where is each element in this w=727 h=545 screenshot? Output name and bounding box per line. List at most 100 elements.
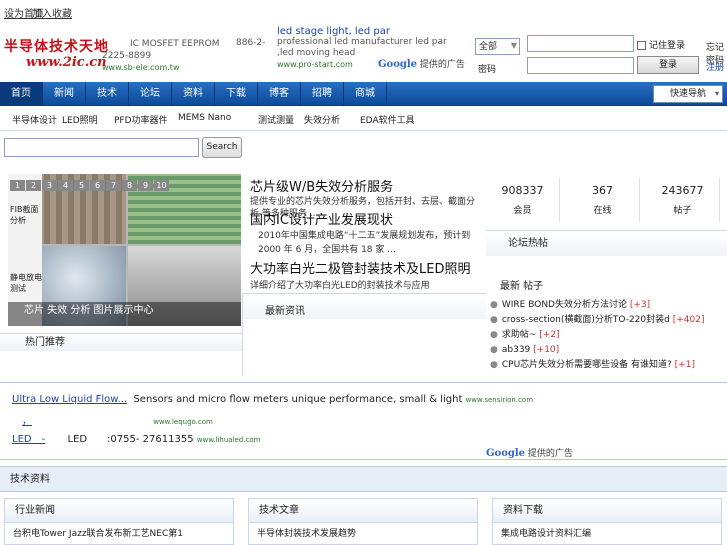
text-ad-2[interactable]: ， www.lequgo.com	[22, 412, 213, 427]
left-panel-title: 热门推荐	[0, 333, 242, 351]
sub-nav: 半导体设计 LED照明 PFD功率器件 MEMS Nano 测试测量 失效分析 EDA软件工…	[0, 107, 727, 131]
headline-3-desc: 详细介绍了大功率白光LED的封装技术与应用	[250, 281, 430, 291]
ad2-text1: professional led manufacturer led par	[277, 37, 447, 47]
text-ad-2-title[interactable]: ，	[22, 416, 32, 427]
search-type-select[interactable]: 全部 ▼	[475, 38, 520, 55]
stat-value: 243677	[661, 184, 704, 197]
forum-item-count: [+10]	[533, 345, 560, 355]
forum-item[interactable]: ● CPU芯片失效分析需要哪些设备 有谁知道? [+1]	[490, 358, 727, 373]
google-ads-label[interactable]: Google 提供的广告	[378, 57, 465, 70]
subnav-item-3[interactable]: MEMS Nano	[178, 113, 231, 123]
slide-side-top: FIB截面分析	[10, 205, 39, 225]
column-downloads-item[interactable]: 集成电路设计资料汇编	[493, 523, 721, 539]
nav-item-1[interactable]: 新闻	[43, 82, 86, 106]
login-button[interactable]: 登录	[637, 56, 699, 74]
right-panel-subtitle[interactable]: 最新 帖子	[500, 277, 543, 292]
forum-item[interactable]: ● ab339 [+10]	[490, 343, 727, 358]
slide-number-2[interactable]: 2	[26, 180, 41, 191]
slide-number-3[interactable]: 3	[42, 180, 57, 191]
forum-item[interactable]: ● 求助帖~ [+2]	[490, 328, 727, 343]
stat-2: 243677 帖子	[646, 178, 720, 222]
nav-item-8[interactable]: 商城	[344, 82, 387, 106]
slide-number-4[interactable]: 4	[58, 180, 73, 191]
quick-nav-value: 快速导航	[670, 89, 707, 99]
chevron-down-icon: ▼	[510, 41, 517, 50]
subnav-item-0[interactable]: 半导体设计	[12, 113, 57, 126]
nav-item-5[interactable]: 下载	[215, 82, 258, 106]
google-ads-label-2[interactable]: Google 提供的广告	[486, 446, 573, 459]
ad2-title[interactable]: led stage light, led par	[277, 26, 452, 37]
subnav-item-5[interactable]: 失效分析	[304, 113, 340, 126]
subnav-item-6[interactable]: EDA软件工具	[360, 113, 415, 126]
stat-value: 367	[592, 184, 613, 197]
forum-item-text[interactable]: ab339	[502, 345, 530, 355]
password-input[interactable]	[527, 57, 634, 74]
forum-item-count: [+2]	[539, 330, 560, 340]
text-ad-2-url[interactable]: www.lequgo.com	[153, 418, 213, 426]
text-ad-1-title[interactable]: Ultra Low Liquid Flow...	[12, 394, 127, 405]
site-logo[interactable]: 半导体技术天地	[4, 36, 109, 56]
password-label: 密码	[478, 65, 497, 75]
forum-item-text[interactable]: CPU芯片失效分析需要哪些设备 有谁知道?	[502, 360, 672, 370]
column-articles-title[interactable]: 技术文章	[249, 499, 477, 523]
username-input[interactable]	[527, 35, 634, 52]
bullet-icon: ●	[490, 300, 498, 310]
subnav-item-1[interactable]: LED照明	[62, 113, 98, 126]
forum-item[interactable]: ● WIRE BOND失效分析方法讨论 [+3]	[490, 298, 727, 313]
ad1-url[interactable]: www.sb-ele.com.tw	[102, 62, 180, 74]
nav-item-3[interactable]: 论坛	[129, 82, 172, 106]
slide-number-7[interactable]: 7	[106, 180, 121, 191]
nav-item-2[interactable]: 技术	[86, 82, 129, 106]
search-input[interactable]	[4, 138, 199, 157]
google-ads-text: 提供的广告	[527, 449, 573, 459]
subnav-item-2[interactable]: PFD功率器件	[114, 113, 168, 126]
stat-label: 帖子	[673, 206, 692, 216]
remember-label: 记住登录	[649, 41, 686, 51]
slide-number-5[interactable]: 5	[74, 180, 89, 191]
slide-number-6[interactable]: 6	[90, 180, 105, 191]
site-logo-url[interactable]: www.2ic.cn	[26, 55, 107, 70]
column-articles-item[interactable]: 半导体封装技术发展趋势	[249, 523, 477, 539]
text-ad-1-url[interactable]: www.sensirion.com	[466, 396, 533, 404]
forum-item-count: [+3]	[629, 300, 651, 310]
search-type-value: 全部	[479, 42, 498, 52]
nav-item-7[interactable]: 招聘	[301, 82, 344, 106]
nav-item-6[interactable]: 博客	[258, 82, 301, 106]
column-downloads: 资料下载 集成电路设计资料汇编	[492, 498, 722, 545]
text-ad-3-url[interactable]: www.lihualed.com	[197, 436, 261, 444]
forum-item-text[interactable]: WIRE BOND失效分析方法讨论	[502, 300, 627, 310]
headline-1[interactable]: 芯片级W/B失效分析服务	[250, 176, 393, 195]
column-news-title[interactable]: 行业新闻	[5, 499, 233, 523]
nav-item-0[interactable]: 首页	[0, 82, 43, 106]
bullet-icon: ●	[490, 345, 498, 355]
forum-item-text[interactable]: 求助帖~	[502, 330, 537, 340]
headline-3[interactable]: 大功率白光二极管封装技术及LED照明	[250, 258, 470, 277]
right-panel-title: 论坛热帖	[486, 230, 727, 256]
slide-number-1[interactable]: 1	[10, 180, 25, 191]
register-link[interactable]: 注册	[706, 60, 724, 73]
column-downloads-title[interactable]: 资料下载	[493, 499, 721, 523]
headline-2-desc: 2010年中国集成电路“十二五”发展规划发布，预计到 2000 年 6 月，全国…	[258, 231, 471, 255]
quick-nav-select[interactable]: 快速导航 ▾	[653, 85, 723, 103]
nav-item-4[interactable]: 资料	[172, 82, 215, 106]
checkbox-icon[interactable]	[637, 41, 646, 50]
forum-list: ● WIRE BOND失效分析方法讨论 [+3] ● cross-section(横截…	[490, 298, 727, 373]
forum-item-text[interactable]: cross-section(横截面)分析TO-220封装d	[502, 315, 670, 325]
column-news-item[interactable]: 台积电Tower Jazz联合发布新工艺NEC第1	[5, 523, 233, 539]
text-ad-1[interactable]: Ultra Low Liquid Flow... Sensors and mic…	[12, 394, 533, 405]
slide-number-9[interactable]: 9	[138, 180, 153, 191]
text-ad-3[interactable]: LED - LED :0755- 27611355 www.lihualed.c…	[12, 430, 260, 445]
remember-checkbox[interactable]: 记住登录	[637, 38, 685, 51]
google-ads-text: 提供的广告	[419, 60, 465, 70]
add-favorite-link[interactable]: 加入收藏	[32, 5, 72, 20]
stat-value: 908337	[501, 184, 544, 197]
headline-2[interactable]: 国内IC设计产业发展现状	[250, 209, 393, 228]
slide-number-10[interactable]: 10	[154, 180, 169, 191]
search-button[interactable]: Search	[202, 137, 242, 158]
slide-number-8[interactable]: 8	[122, 180, 137, 191]
slide-caption[interactable]: 芯片 失效 分析 图片展示中心	[8, 302, 241, 326]
stat-1: 367 在线	[566, 178, 640, 222]
text-ad-3-title[interactable]: LED -	[12, 434, 45, 445]
forum-item[interactable]: ● cross-section(横截面)分析TO-220封装d [+402]	[490, 313, 727, 328]
subnav-item-4[interactable]: 测试测量	[258, 113, 294, 126]
